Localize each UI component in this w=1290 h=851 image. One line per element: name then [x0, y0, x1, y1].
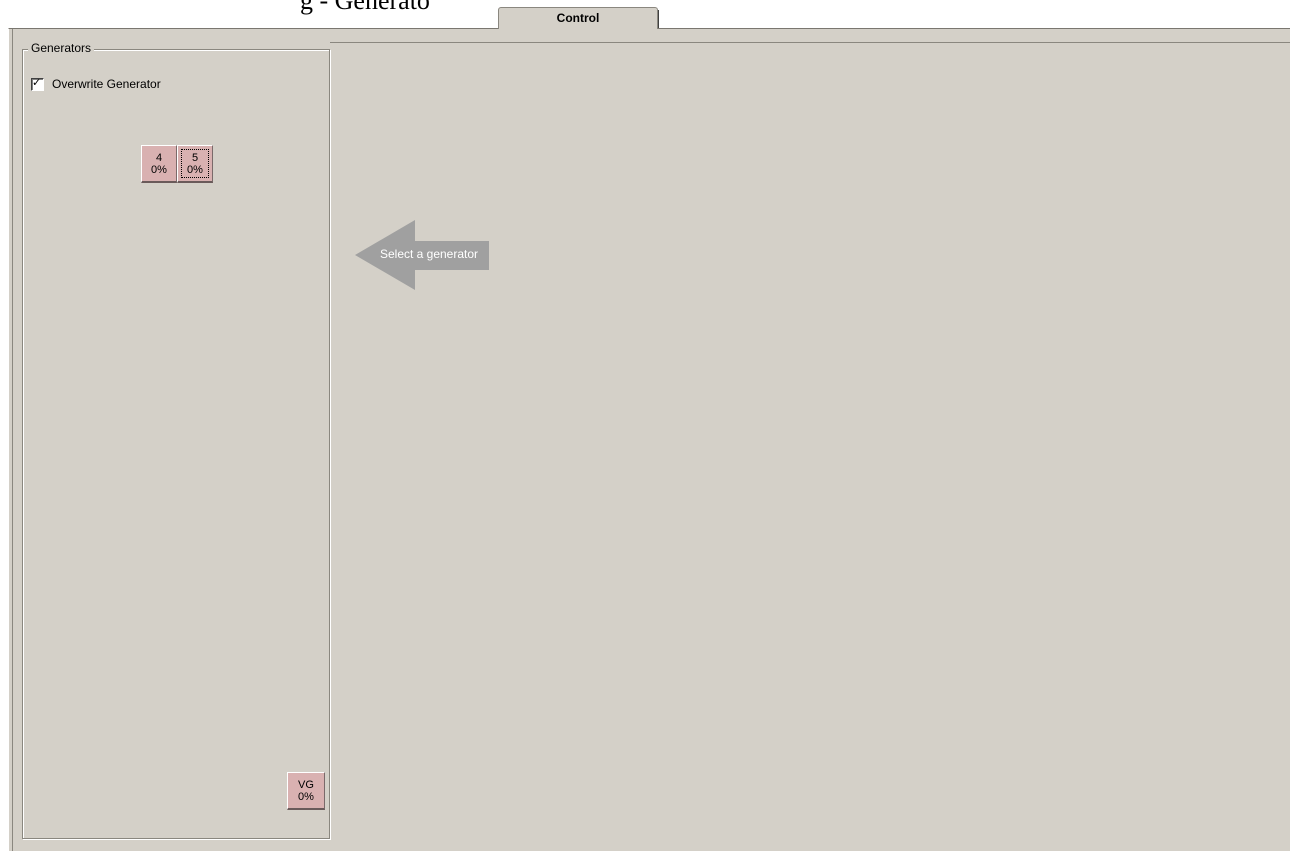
focus-ring: [181, 149, 209, 178]
generator-button-vg[interactable]: VG 0%: [287, 772, 325, 810]
generator-button-5[interactable]: 5 0%: [177, 145, 213, 183]
panel-top-rule: [330, 42, 1290, 43]
overwrite-generator-checkbox[interactable]: ✓ Overwrite Generator: [31, 77, 161, 91]
generator-button-id: VG: [298, 778, 314, 791]
panel-divider: [12, 29, 13, 851]
generators-group-legend: Generators: [28, 41, 95, 55]
window: g - Generato Control Generators ✓ Overwr…: [0, 0, 1290, 851]
control-panel: Generators ✓ Overwrite Generator 4 0% 5 …: [8, 28, 1290, 851]
select-generator-hint-text: Select a generator: [379, 247, 479, 261]
window-title-fragment: g - Generato: [300, 0, 430, 15]
generator-button-4[interactable]: 4 0%: [141, 145, 177, 183]
generator-button-percent: 0%: [298, 790, 314, 803]
checkmark-icon: ✓: [32, 76, 42, 89]
checkbox-box[interactable]: ✓: [31, 76, 44, 91]
generator-button-percent: 0%: [151, 163, 167, 176]
tab-control-label: Control: [556, 11, 600, 25]
overwrite-generator-label: Overwrite Generator: [52, 77, 161, 91]
select-generator-hint: Select a generator: [355, 220, 491, 290]
tab-control[interactable]: Control: [498, 7, 659, 29]
generator-button-id: 4: [155, 151, 163, 164]
